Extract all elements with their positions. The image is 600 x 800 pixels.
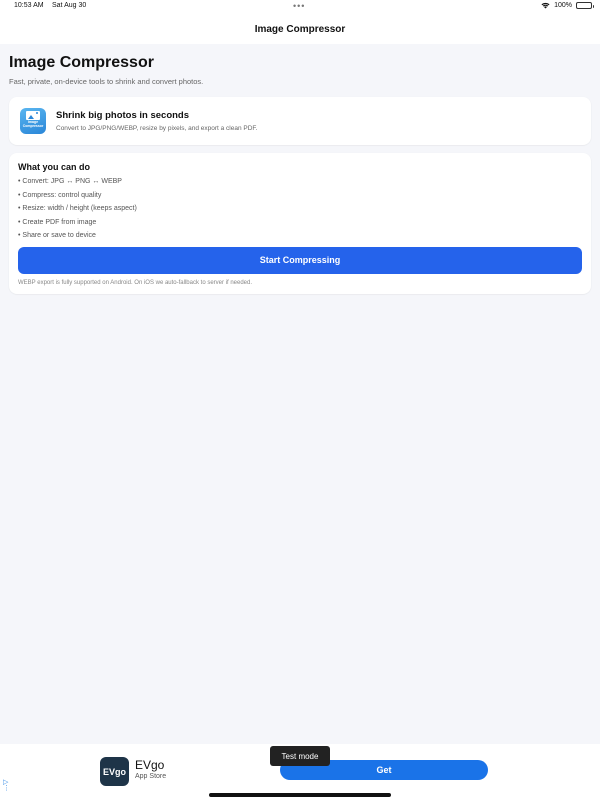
features-title: What you can do bbox=[18, 162, 90, 172]
main-content: Image Compressor Fast, private, on-devic… bbox=[0, 44, 600, 294]
nav-title: Image Compressor bbox=[254, 23, 346, 35]
feature-item: • Convert: JPG ↔ PNG ↔ WEBP bbox=[18, 178, 122, 185]
page-title: Image Compressor bbox=[9, 54, 154, 71]
page-subtitle: Fast, private, on-device tools to shrink… bbox=[9, 77, 204, 86]
webp-footnote: WEBP export is fully supported on Androi… bbox=[18, 279, 253, 286]
feature-item: • Create PDF from image bbox=[18, 218, 97, 226]
hero-card: Image Compressor Shrink big photos in se… bbox=[9, 97, 591, 145]
nav-bar: Image Compressor bbox=[0, 14, 600, 44]
ad-app-name[interactable]: EVgo bbox=[135, 758, 164, 772]
hero-text: Shrink big photos in seconds Convert to … bbox=[56, 110, 257, 132]
ad-choices-icon[interactable]: ▷ ⋮ bbox=[3, 779, 10, 792]
test-mode-badge: Test mode bbox=[270, 746, 330, 766]
app-logo-icon: Image Compressor bbox=[20, 108, 46, 134]
feature-item: • Share or save to device bbox=[18, 232, 96, 239]
home-indicator[interactable] bbox=[209, 793, 391, 797]
feature-item: • Resize: width / height (keeps aspect) bbox=[18, 205, 137, 212]
app-logo-text: Image Compressor bbox=[22, 120, 44, 128]
battery-icon bbox=[576, 2, 594, 9]
ad-app-logo[interactable]: EVgo bbox=[100, 757, 129, 786]
status-time: 10:53 AM bbox=[14, 2, 44, 9]
status-date: Sat Aug 30 bbox=[52, 2, 87, 9]
start-compressing-button[interactable]: Start Compressing bbox=[18, 246, 582, 274]
features-card: What you can do • Convert: JPG ↔ PNG ↔ W… bbox=[9, 153, 591, 294]
status-right: 100% bbox=[541, 2, 594, 9]
wifi-icon bbox=[541, 2, 550, 9]
hero-subtitle: Convert to JPG/PNG/WEBP, resize by pixel… bbox=[56, 125, 258, 132]
multitasking-dots-icon[interactable]: ••• bbox=[293, 1, 305, 11]
ad-store-label: App Store bbox=[135, 773, 167, 780]
feature-item: • Compress: control quality bbox=[18, 191, 102, 199]
hero-title: Shrink big photos in seconds bbox=[56, 110, 190, 121]
battery-percent: 100% bbox=[554, 2, 572, 9]
status-bar: 10:53 AM Sat Aug 30 ••• 100% bbox=[0, 0, 600, 14]
